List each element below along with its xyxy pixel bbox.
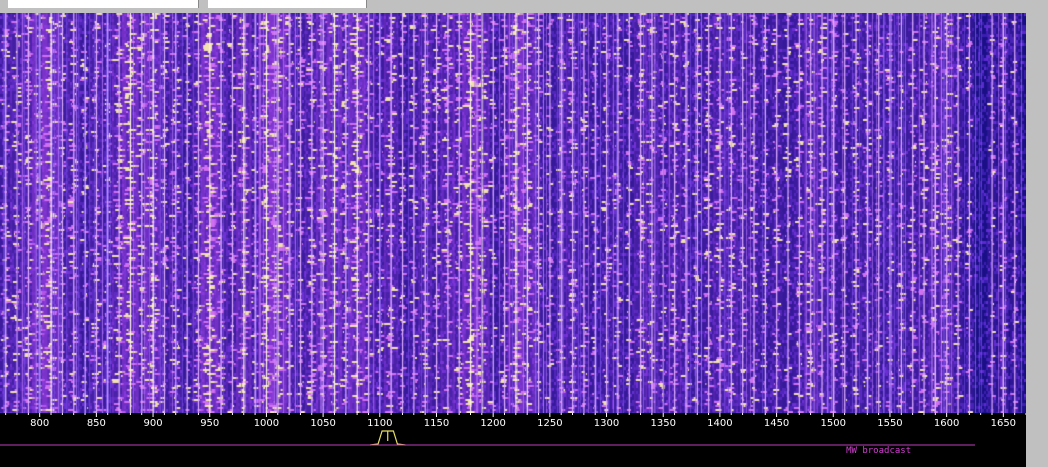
tick-label: 1550: [877, 418, 902, 429]
tick-label: 950: [200, 418, 219, 429]
frequency-tick-labels: 800 850 900 950 1000 1050 1100 1150 1200 1250 1300…: [30, 418, 1016, 429]
tick-label: 1300: [594, 418, 619, 429]
tick-label: 1500: [821, 418, 846, 429]
frequency-scale[interactable]: 800 850 900 950 1000 1050 1100 1150 1200 1250 1300…: [0, 413, 1026, 467]
tick-label: 1100: [367, 418, 392, 429]
waterfall-display[interactable]: [0, 13, 1026, 413]
tick-label: 1650: [991, 418, 1016, 429]
top-text-field-a[interactable]: [8, 0, 199, 8]
tick-label: 1400: [707, 418, 732, 429]
tick-label: 1600: [934, 418, 959, 429]
right-margin: [1026, 13, 1048, 467]
tick-label: 800: [30, 418, 49, 429]
tick-label: 1200: [480, 418, 505, 429]
tick-label: 1150: [424, 418, 449, 429]
frequency-ticks: [5, 413, 1026, 417]
tick-label: 1250: [537, 418, 562, 429]
tick-label: 900: [144, 418, 163, 429]
tick-label: 850: [87, 418, 106, 429]
top-text-field-b[interactable]: [208, 0, 367, 8]
tick-label: 1450: [764, 418, 789, 429]
passband-marker[interactable]: [369, 430, 406, 446]
band-label: MW broadcast: [846, 446, 911, 456]
tick-label: 1050: [310, 418, 335, 429]
tick-label: 1350: [650, 418, 675, 429]
tick-label: 1000: [254, 418, 279, 429]
